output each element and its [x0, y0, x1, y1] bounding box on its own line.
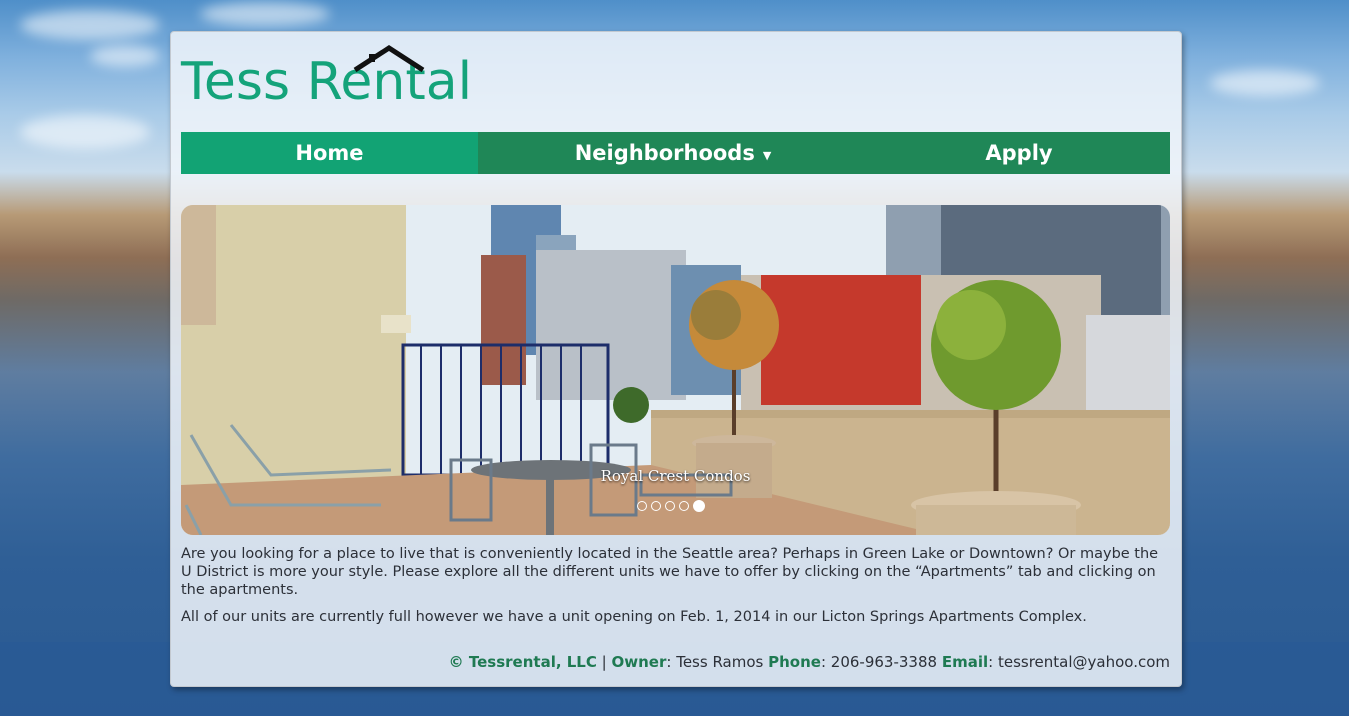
- nav-home[interactable]: Home: [181, 132, 478, 174]
- footer-email-label: Email: [941, 653, 989, 671]
- intro-content: Are you looking for a place to live that…: [181, 545, 1171, 635]
- image-carousel[interactable]: Royal Crest Condos: [181, 205, 1170, 535]
- slide-photo: [181, 205, 1170, 535]
- nav-apply[interactable]: Apply: [868, 132, 1170, 174]
- intro-paragraph-2: All of our units are currently full howe…: [181, 609, 1087, 625]
- caret-down-icon: ▼: [762, 148, 772, 162]
- carousel-dot-3[interactable]: [665, 501, 675, 511]
- carousel-dot-5[interactable]: [693, 500, 705, 512]
- footer-copyright: © Tessrental, LLC: [448, 653, 597, 671]
- footer-owner-label: Owner: [611, 653, 667, 671]
- logo-text: Tess Rental: [181, 52, 473, 112]
- footer: © Tessrental, LLC | Owner: Tess Ramos Ph…: [448, 653, 1170, 671]
- footer-phone-value: 206-963-3388: [830, 653, 938, 671]
- nav-apply-label: Apply: [985, 141, 1053, 165]
- nav-neighborhoods-label: Neighborhoods: [574, 141, 755, 165]
- footer-email-link[interactable]: tessrental@yahoo.com: [998, 653, 1170, 671]
- slide-caption: Royal Crest Condos: [600, 467, 751, 485]
- nav-neighborhoods-dropdown[interactable]: Neighborhoods ▼: [478, 132, 868, 174]
- carousel-dot-1[interactable]: [637, 501, 647, 511]
- footer-phone-label: Phone: [768, 653, 821, 671]
- main-nav: Home Neighborhoods ▼ Apply: [181, 132, 1170, 174]
- carousel-indicators: [637, 500, 705, 512]
- nav-home-label: Home: [295, 141, 364, 165]
- footer-owner-value: Tess Ramos: [676, 653, 764, 671]
- footer-separator: |: [601, 653, 607, 671]
- main-panel: Tess Rental Home Neighborhoods ▼ Apply R…: [170, 31, 1182, 687]
- carousel-dot-2[interactable]: [651, 501, 661, 511]
- house-roof-icon: [353, 45, 425, 73]
- site-logo[interactable]: Tess Rental: [181, 44, 501, 114]
- intro-paragraph-1: Are you looking for a place to live that…: [181, 546, 1159, 598]
- carousel-dot-4[interactable]: [679, 501, 689, 511]
